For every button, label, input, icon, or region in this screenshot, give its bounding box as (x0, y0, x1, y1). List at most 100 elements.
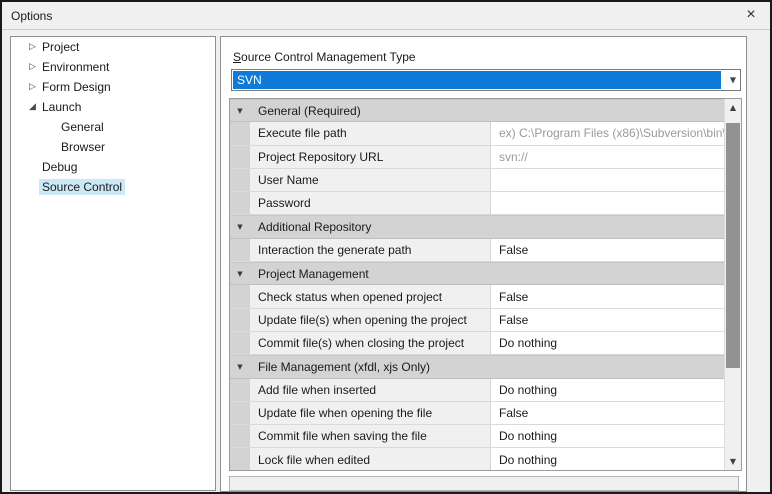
property-label: Update file(s) when opening the project (250, 309, 490, 331)
property-value-field[interactable]: Do nothing (490, 448, 724, 470)
close-icon[interactable]: × (734, 2, 768, 28)
property-label: Project Repository URL (250, 146, 490, 168)
section-gutter: ▼ (230, 216, 250, 237)
property-row-add-file-when-inserted: Add file when insertedDo nothing (230, 379, 724, 402)
property-label: Update file when opening the file (250, 402, 490, 424)
source-control-settings-panel: Source Control Management Type SVN ▼ ▼ Ge… (220, 36, 747, 492)
section-header-additional-repository[interactable]: ▼ Additional Repository (230, 215, 724, 238)
tree-item-source-control[interactable]: Source Control (11, 177, 215, 197)
row-gutter (230, 239, 250, 261)
row-gutter (230, 192, 250, 214)
section-header-general-required[interactable]: ▼ General (Required) (230, 99, 724, 122)
tree-item-launch[interactable]: ◢Launch (11, 97, 215, 117)
property-row-lock-file-when-edited: Lock file when editedDo nothing (230, 448, 724, 471)
expand-icon[interactable]: ▷ (26, 77, 39, 97)
property-grid: ▼ General (Required)Execute file pathex) … (229, 98, 742, 471)
property-label: Interaction the generate path (250, 239, 490, 261)
row-gutter (230, 146, 250, 168)
scm-type-selected-value: SVN (233, 71, 721, 89)
row-gutter (230, 425, 250, 447)
property-label: Commit file(s) when closing the project (250, 332, 490, 354)
property-row-update-file-when-opening-the-file: Update file when opening the fileFalse (230, 402, 724, 425)
tree-item-form-design[interactable]: ▷Form Design (11, 77, 215, 97)
property-label: Add file when inserted (250, 379, 490, 401)
section-header-project-management[interactable]: ▼ Project Management (230, 262, 724, 285)
collapse-icon[interactable]: ◢ (26, 97, 39, 117)
collapse-section-icon[interactable]: ▼ (237, 223, 242, 231)
row-gutter (230, 448, 250, 470)
tree-item-environment[interactable]: ▷Environment (11, 57, 215, 77)
tree-item-browser[interactable]: Browser (11, 137, 215, 157)
property-value-field[interactable]: False (490, 285, 724, 307)
property-label: Commit file when saving the file (250, 425, 490, 447)
property-value-field[interactable]: False (490, 309, 724, 331)
options-dialog: Options × ▷Project▷Environment▷Form Desi… (0, 0, 772, 494)
tree-item-label: Browser (58, 139, 108, 155)
tree-item-label: Form Design (39, 79, 114, 95)
property-row-commit-file-s-when-closing-the-project: Commit file(s) when closing the projectD… (230, 332, 724, 355)
row-gutter (230, 122, 250, 144)
section-gutter: ▼ (230, 100, 250, 121)
property-value-field[interactable]: False (490, 402, 724, 424)
scm-type-label-mnemonic: S (233, 50, 241, 64)
tree-item-debug[interactable]: Debug (11, 157, 215, 177)
property-value-field[interactable]: False (490, 239, 724, 261)
property-row-update-file-s-when-opening-the-project: Update file(s) when opening the projectF… (230, 309, 724, 332)
property-row-interaction-the-generate-path: Interaction the generate pathFalse (230, 239, 724, 262)
grid-scrollbar[interactable]: ▲ ▼ (724, 99, 741, 470)
tree-item-label: Project (39, 39, 82, 55)
property-row-password: Password (230, 192, 724, 215)
property-row-commit-file-when-saving-the-file: Commit file when saving the fileDo nothi… (230, 425, 724, 448)
tree-item-label: Debug (39, 159, 80, 175)
collapse-section-icon[interactable]: ▼ (237, 270, 242, 278)
property-row-check-status-when-opened-project: Check status when opened projectFalse (230, 285, 724, 308)
property-row-user-name: User Name (230, 169, 724, 192)
scroll-up-icon[interactable]: ▲ (725, 100, 741, 115)
property-label: Execute file path (250, 122, 490, 144)
expand-icon[interactable]: ▷ (26, 37, 39, 57)
tree-item-label: Launch (39, 99, 84, 115)
section-header-file-management-xfdl-xjs-only[interactable]: ▼ File Management (xfdl, xjs Only) (230, 355, 724, 378)
row-gutter (230, 169, 250, 191)
row-gutter (230, 379, 250, 401)
property-row-execute-file-path: Execute file pathex) C:\Program Files (x… (230, 122, 724, 145)
property-value-field[interactable]: svn:// (490, 146, 724, 168)
property-label: Lock file when edited (250, 448, 490, 470)
window-title: Options (2, 9, 52, 23)
row-gutter (230, 285, 250, 307)
property-value-field[interactable]: Do nothing (490, 332, 724, 354)
tree-item-project[interactable]: ▷Project (11, 37, 215, 57)
section-gutter: ▼ (230, 263, 250, 284)
section-label: Project Management (250, 263, 369, 284)
scrollbar-thumb[interactable] (726, 123, 740, 368)
collapse-section-icon[interactable]: ▼ (237, 107, 242, 115)
description-panel (229, 476, 739, 491)
options-tree: ▷Project▷Environment▷Form Design◢LaunchG… (10, 36, 216, 491)
titlebar[interactable]: Options × (2, 2, 770, 30)
scm-type-label: Source Control Management Type (233, 50, 416, 64)
section-label: General (Required) (250, 100, 361, 121)
section-label: File Management (xfdl, xjs Only) (250, 356, 430, 377)
row-gutter (230, 332, 250, 354)
property-value-field[interactable]: Do nothing (490, 425, 724, 447)
scroll-down-icon[interactable]: ▼ (725, 454, 741, 469)
scm-type-dropdown[interactable]: SVN ▼ (231, 69, 741, 91)
property-value-field[interactable]: Do nothing (490, 379, 724, 401)
property-label: Check status when opened project (250, 285, 490, 307)
tree-item-label: Environment (39, 59, 112, 75)
section-label: Additional Repository (250, 216, 371, 237)
row-gutter (230, 309, 250, 331)
property-grid-rows: ▼ General (Required)Execute file pathex) … (230, 99, 724, 470)
property-value-field[interactable]: ex) C:\Program Files (x86)\Subversion\bi… (490, 122, 724, 144)
property-value-field[interactable] (490, 169, 724, 191)
scm-type-label-rest: ource Control Management Type (241, 50, 416, 64)
property-value-field[interactable] (490, 192, 724, 214)
property-label: Password (250, 192, 490, 214)
expand-icon[interactable]: ▷ (26, 57, 39, 77)
tree-item-label: General (58, 119, 107, 135)
row-gutter (230, 402, 250, 424)
tree-item-general[interactable]: General (11, 117, 215, 137)
collapse-section-icon[interactable]: ▼ (237, 363, 242, 371)
tree-item-label: Source Control (39, 179, 125, 195)
chevron-down-icon[interactable]: ▼ (730, 76, 736, 85)
